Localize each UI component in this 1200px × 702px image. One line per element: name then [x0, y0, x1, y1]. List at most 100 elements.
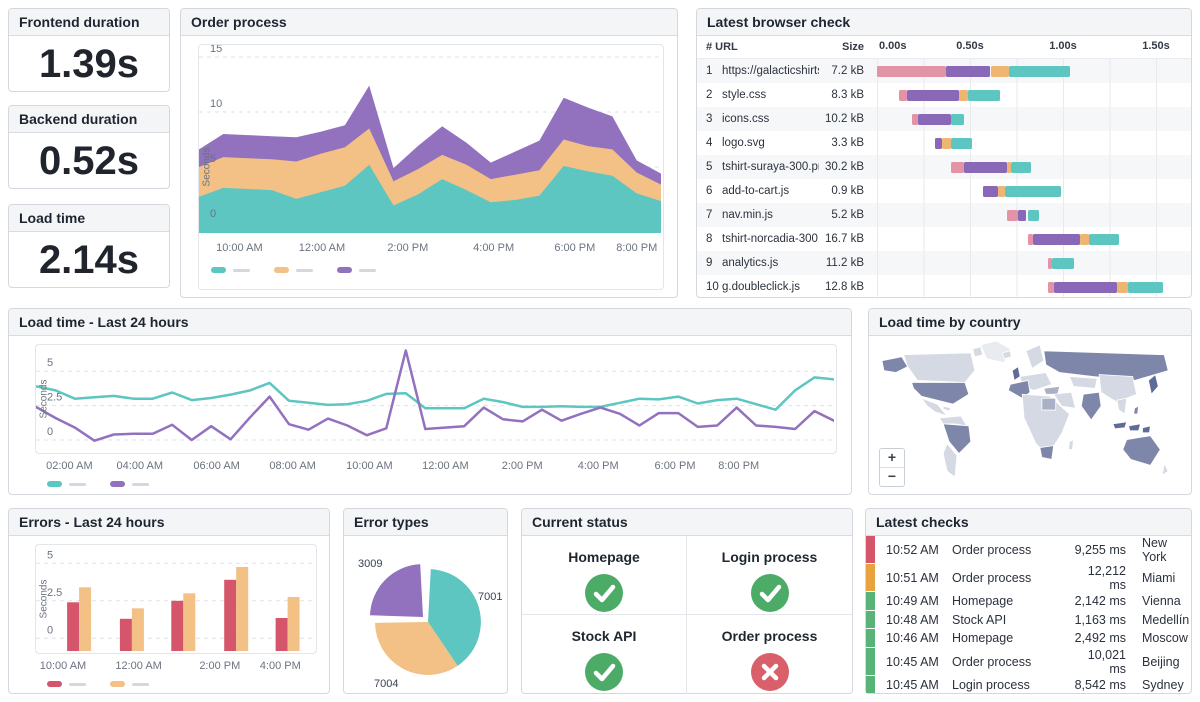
- map-region-uk[interactable]: [1012, 367, 1020, 381]
- timing-segment-teal: [1128, 282, 1163, 293]
- bar: [120, 619, 132, 651]
- legend-item[interactable]: [47, 681, 86, 687]
- legend-label-redacted: [132, 483, 149, 486]
- map-region-scandinavia[interactable]: [1026, 345, 1044, 369]
- status-color-bar: [866, 611, 875, 629]
- status-tile-stock-api[interactable]: Stock API: [522, 615, 687, 694]
- status-color-bar: [866, 592, 875, 610]
- pie-slice-label: 7001: [478, 591, 502, 603]
- waterfall-time-axis: 0.00s0.50s1.00s1.50s: [877, 36, 1191, 58]
- map-region-indonesia-west[interactable]: [1113, 422, 1127, 429]
- kpi-value: 0.52s: [9, 133, 169, 189]
- map-region-new-zealand[interactable]: [1162, 463, 1168, 475]
- check-duration-ms: 2,492 ms: [1070, 631, 1142, 645]
- map-region-indonesia-central[interactable]: [1129, 424, 1141, 431]
- waterfall-row[interactable]: 3icons.css10.2 kB: [697, 107, 1191, 131]
- map-region-india[interactable]: [1081, 392, 1101, 420]
- check-time: 10:49 AM: [875, 594, 952, 608]
- status-tile-login-process[interactable]: Login process: [687, 536, 852, 615]
- request-number: 8: [706, 233, 722, 245]
- map-region-usa[interactable]: [912, 382, 969, 404]
- waterfall-row[interactable]: 7nav.min.js5.2 kB: [697, 203, 1191, 227]
- waterfall-row[interactable]: 4logo.svg3.3 kB: [697, 131, 1191, 155]
- status-tile-homepage[interactable]: Homepage: [522, 536, 687, 615]
- order-process-area-svg: 051015: [199, 45, 661, 233]
- check-row[interactable]: 10:49 AMHomepage2,142 msVienna: [866, 592, 1191, 611]
- panel-title: Errors - Last 24 hours: [9, 509, 329, 536]
- legend-item[interactable]: [211, 267, 250, 273]
- waterfall-row[interactable]: 9analytics.js11.2 kB: [697, 251, 1191, 275]
- waterfall-row-meta: 1https://galacticshirts.com7.2 kB: [697, 65, 877, 77]
- legend-label-redacted: [132, 683, 149, 686]
- map-zoom-in-button[interactable]: +: [880, 449, 904, 468]
- status-tile-label: Login process: [722, 549, 818, 565]
- request-size: 11.2 kB: [819, 257, 877, 269]
- map-region-canada[interactable]: [904, 353, 975, 383]
- bar: [171, 601, 183, 651]
- legend-item[interactable]: [47, 481, 86, 487]
- map-region-egypt[interactable]: [1042, 398, 1056, 410]
- request-size: 12.8 kB: [819, 281, 877, 293]
- check-row[interactable]: 10:52 AMOrder process9,255 msNew York: [866, 536, 1191, 564]
- map-region-alaska[interactable]: [882, 357, 908, 373]
- timing-segment-orange: [942, 138, 951, 149]
- status-grid: Homepage Login process Stock APIOrder proc…: [522, 536, 852, 694]
- map-region-turkey[interactable]: [1044, 386, 1060, 394]
- waterfall-row-meta: 5tshirt-suraya-300.png30.2 kB: [697, 161, 877, 173]
- map-region-central-asia[interactable]: [1069, 377, 1097, 389]
- request-url: analytics.js: [722, 257, 819, 269]
- pie-slice-3009[interactable]: [370, 564, 423, 617]
- check-row[interactable]: 10:46 AMHomepage2,492 msMoscow: [866, 629, 1191, 648]
- check-time: 10:48 AM: [875, 613, 952, 627]
- request-number: 2: [706, 89, 722, 101]
- check-row[interactable]: 10:45 AMOrder process10,021 msBeijing: [866, 648, 1191, 676]
- map-region-arctic-islands[interactable]: [973, 347, 983, 357]
- map-region-se-asia[interactable]: [1117, 398, 1127, 414]
- monitoring-dashboard: Frontend duration 1.39s Backend duration…: [0, 0, 1200, 702]
- map-region-philippines[interactable]: [1134, 406, 1139, 414]
- check-circle-icon: [585, 653, 623, 691]
- check-row[interactable]: 10:51 AMOrder process12,212 msMiami: [866, 564, 1191, 592]
- map-zoom-out-button[interactable]: −: [880, 468, 904, 486]
- map-region-china[interactable]: [1099, 375, 1137, 403]
- map-region-madagascar[interactable]: [1069, 440, 1074, 450]
- check-row[interactable]: 10:48 AMStock API1,163 msMedellín: [866, 611, 1191, 630]
- x-tick-label: 12:00 AM: [422, 460, 468, 472]
- bar: [288, 597, 300, 651]
- waterfall-row[interactable]: 5tshirt-suraya-300.png30.2 kB: [697, 155, 1191, 179]
- waterfall-row[interactable]: 6add-to-cart.js0.9 kB: [697, 179, 1191, 203]
- timing-segment-teal: [1009, 66, 1070, 77]
- x-tick-label: 4:00 PM: [260, 660, 301, 672]
- map-region-south-africa[interactable]: [1040, 446, 1054, 460]
- panel-title: Current status: [522, 509, 852, 536]
- line-series: [36, 377, 834, 409]
- request-size: 10.2 kB: [819, 113, 877, 125]
- legend-item[interactable]: [337, 267, 376, 273]
- map-region-australia[interactable]: [1123, 436, 1161, 466]
- legend-item[interactable]: [110, 481, 149, 487]
- map-region-japan[interactable]: [1148, 375, 1158, 395]
- check-row[interactable]: 10:45 AMLogin process8,542 msSydney: [866, 676, 1191, 695]
- check-name: Login process: [952, 678, 1070, 692]
- check-duration-ms: 12,212 ms: [1070, 564, 1142, 592]
- world-map: [876, 339, 1186, 489]
- timing-segment-teal: [1089, 234, 1119, 245]
- status-tile-order-process[interactable]: Order process: [687, 615, 852, 694]
- legend-item[interactable]: [110, 681, 149, 687]
- legend-label-redacted: [359, 269, 376, 272]
- x-tick-label: 10:00 AM: [346, 460, 392, 472]
- x-tick-label: 2:00 PM: [502, 460, 543, 472]
- load-time-line-svg: 02.55: [36, 345, 834, 451]
- map-region-caribbean[interactable]: [943, 406, 951, 411]
- request-number: 1: [706, 65, 722, 77]
- map-region-indonesia-east[interactable]: [1143, 426, 1151, 433]
- waterfall-row[interactable]: 2style.css8.3 kB: [697, 83, 1191, 107]
- x-tick-label: 12:00 AM: [299, 242, 345, 254]
- waterfall-row[interactable]: 10g.doubleclick.js12.8 kB: [697, 275, 1191, 299]
- legend-item[interactable]: [274, 267, 313, 273]
- check-city: Sydney: [1142, 678, 1191, 692]
- waterfall-row-meta: 8tshirt-norcadia-300.png16.7 kB: [697, 233, 877, 245]
- waterfall-row[interactable]: 8tshirt-norcadia-300.png16.7 kB: [697, 227, 1191, 251]
- waterfall-row[interactable]: 1https://galacticshirts.com7.2 kB: [697, 59, 1191, 83]
- time-axis-label: 1.00s: [1049, 40, 1077, 52]
